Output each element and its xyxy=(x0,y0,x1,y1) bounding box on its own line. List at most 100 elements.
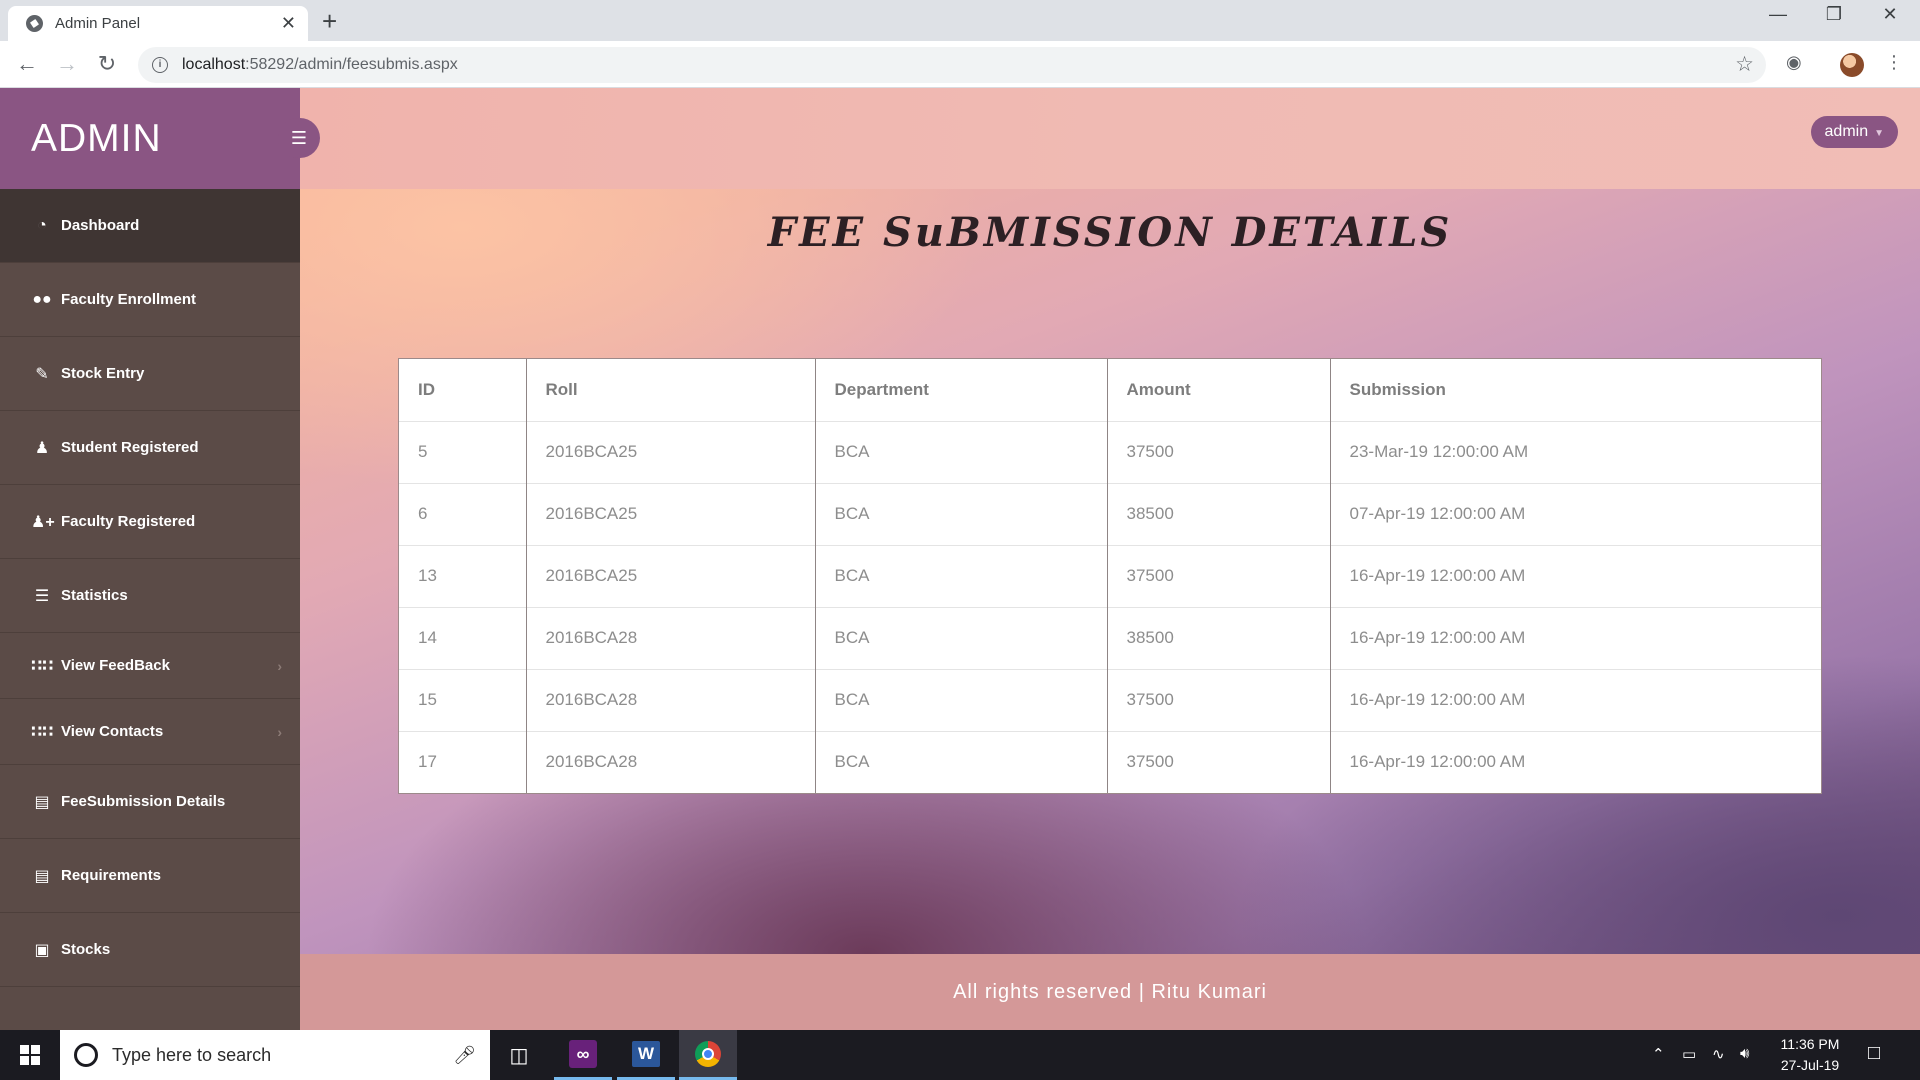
url-path: :58292/admin/feesubmis.aspx xyxy=(245,56,458,73)
sidebar-item-feesubmission-details[interactable]: ▤ FeeSubmission Details xyxy=(0,765,300,839)
cell-amount: 37500 xyxy=(1106,668,1330,731)
caret-down-icon: ▼ xyxy=(1874,128,1884,139)
volume-icon[interactable]: 🔊︎ xyxy=(1740,1045,1749,1062)
taskbar-visual-studio[interactable]: ∞ xyxy=(554,1030,612,1080)
cortana-icon xyxy=(74,1043,98,1067)
briefcase-icon: ▣ xyxy=(34,941,50,959)
system-clock[interactable]: 11:36 PM 27-Jul-19 xyxy=(1760,1034,1860,1076)
reload-icon[interactable]: ↻ xyxy=(93,51,121,77)
address-bar[interactable]: i localhost:58292/admin/feesubmis.aspx ☆ xyxy=(138,47,1766,83)
sidebar-item-label: Student Registered xyxy=(61,439,199,456)
microphone-icon[interactable]: 🎤︎ xyxy=(453,1045,476,1066)
taskbar-word[interactable]: W xyxy=(617,1030,675,1080)
page-footer: All rights reserved | Ritu Kumari xyxy=(300,954,1920,1030)
hamburger-menu-icon[interactable]: ☰ xyxy=(278,118,320,158)
cell-roll: 2016BCA28 xyxy=(525,730,815,793)
user-icon: ♟ xyxy=(34,439,50,457)
cell-department: BCA xyxy=(814,482,1107,545)
sidebar-item-statistics[interactable]: ☰ Statistics xyxy=(0,559,300,633)
cell-roll: 2016BCA25 xyxy=(525,544,815,607)
profile-avatar[interactable] xyxy=(1840,53,1864,77)
cell-department: BCA xyxy=(814,606,1107,669)
minimize-icon[interactable]: — xyxy=(1750,4,1806,25)
new-tab-button[interactable]: + xyxy=(322,7,337,35)
cell-department: BCA xyxy=(814,730,1107,793)
brand-text: ADMIN xyxy=(31,116,162,160)
wifi-icon[interactable]: ∿ xyxy=(1712,1045,1725,1063)
info-icon[interactable]: i xyxy=(152,57,168,73)
cell-id: 17 xyxy=(399,730,526,793)
list-icon: ☰ xyxy=(34,587,50,605)
back-icon[interactable]: ← xyxy=(13,51,41,77)
sidebar-item-view-feedback[interactable]: ∷∷ View FeedBack › xyxy=(0,633,300,699)
sidebar-item-label: FeeSubmission Details xyxy=(61,793,226,810)
word-icon: W xyxy=(632,1040,660,1067)
cell-id: 6 xyxy=(399,482,526,545)
cell-id: 13 xyxy=(399,544,526,607)
cell-department: BCA xyxy=(814,544,1107,607)
sidebar-item-dashboard[interactable]: ◔ Dashboard xyxy=(0,189,300,263)
grid-icon: ∷∷ xyxy=(31,723,54,741)
sidebar-item-label: Faculty Enrollment xyxy=(61,291,197,308)
camera-icon[interactable]: ◉ xyxy=(1786,52,1802,73)
cell-roll: 2016BCA25 xyxy=(525,420,815,483)
tab-close-icon[interactable]: ✕ xyxy=(281,13,296,34)
bookmark-star-icon[interactable]: ☆ xyxy=(1735,52,1754,77)
browser-toolbar: ← → ↻ i localhost:58292/admin/feesubmis.… xyxy=(0,41,1920,88)
start-button[interactable] xyxy=(0,1030,60,1080)
sidebar-item-requirements[interactable]: ▤ Requirements xyxy=(0,839,300,913)
cell-submission: 07-Apr-19 12:00:00 AM xyxy=(1329,482,1821,545)
windows-taskbar: Type here to search 🎤︎ ◫ ∞ W ⌃ ▭ ∿ 🔊︎ 11… xyxy=(0,1030,1920,1080)
sidebar-item-faculty-registered[interactable]: ♟+ Faculty Registered xyxy=(0,485,300,559)
sidebar: ADMIN ◔ Dashboard ●● Faculty Enrollment … xyxy=(0,88,300,1030)
admin-page: ADMIN ◔ Dashboard ●● Faculty Enrollment … xyxy=(0,88,1920,1030)
cell-submission: 16-Apr-19 12:00:00 AM xyxy=(1329,668,1821,731)
chrome-icon xyxy=(695,1040,721,1067)
sidebar-item-label: Faculty Registered xyxy=(61,513,196,530)
cell-submission: 16-Apr-19 12:00:00 AM xyxy=(1329,544,1821,607)
user-menu-button[interactable]: admin ▼ xyxy=(1810,116,1898,148)
cell-id: 15 xyxy=(399,668,526,731)
cell-id: 14 xyxy=(399,606,526,669)
cell-roll: 2016BCA28 xyxy=(525,606,815,669)
windows-logo-icon xyxy=(20,1045,40,1065)
cell-submission: 16-Apr-19 12:00:00 AM xyxy=(1329,606,1821,669)
cell-department: BCA xyxy=(814,668,1107,731)
tab-title: Admin Panel xyxy=(55,15,141,32)
search-placeholder: Type here to search xyxy=(112,1044,272,1065)
taskbar-search-box[interactable]: Type here to search 🎤︎ xyxy=(60,1030,490,1080)
tasks-icon: ▤ xyxy=(34,867,50,885)
url-host: localhost xyxy=(182,56,246,73)
sidebar-item-view-contacts[interactable]: ∷∷ View Contacts › xyxy=(0,699,300,765)
sidebar-item-label: Requirements xyxy=(61,867,162,884)
table-row: 6 2016BCA25 BCA 38500 07-Apr-19 12:00:00… xyxy=(399,482,1821,545)
sidebar-item-faculty-enrollment[interactable]: ●● Faculty Enrollment xyxy=(0,263,300,337)
show-hidden-icons-icon[interactable]: ⌃ xyxy=(1652,1045,1665,1063)
sidebar-item-label: View Contacts xyxy=(61,723,164,740)
footer-text: All rights reserved | Ritu Kumari xyxy=(953,981,1267,1003)
clock-date: 27-Jul-19 xyxy=(1780,1057,1840,1073)
sidebar-item-stocks[interactable]: ▣ Stocks xyxy=(0,913,300,987)
chevron-right-icon: › xyxy=(277,723,282,740)
task-view-icon: ◫ xyxy=(509,1044,529,1067)
table-row: 13 2016BCA25 BCA 37500 16-Apr-19 12:00:0… xyxy=(399,544,1821,607)
brand-logo[interactable]: ADMIN xyxy=(0,88,300,189)
grid-icon: ∷∷ xyxy=(31,657,54,675)
sidebar-item-label: Dashboard xyxy=(61,217,140,234)
column-header: ID xyxy=(418,379,435,399)
dashboard-icon: ◔ xyxy=(37,216,47,234)
task-view-button[interactable]: ◫ xyxy=(490,1030,548,1080)
taskbar-chrome[interactable] xyxy=(679,1030,737,1080)
restore-icon[interactable]: ❐ xyxy=(1806,4,1862,25)
cell-amount: 38500 xyxy=(1106,606,1330,669)
sidebar-item-stock-entry[interactable]: ✎ Stock Entry xyxy=(0,337,300,411)
menu-dots-icon[interactable]: ⋮ xyxy=(1885,52,1903,73)
notification-icon[interactable]: □ xyxy=(1868,1042,1880,1065)
battery-icon[interactable]: ▭ xyxy=(1682,1045,1696,1063)
browser-tab[interactable]: Admin Panel ✕ xyxy=(8,6,308,41)
window-close-icon[interactable]: ✕ xyxy=(1862,4,1918,25)
forward-icon[interactable]: → xyxy=(53,51,81,77)
sidebar-item-label: View FeedBack xyxy=(61,657,170,674)
sidebar-item-student-registered[interactable]: ♟ Student Registered xyxy=(0,411,300,485)
column-header: Department xyxy=(814,359,1107,421)
